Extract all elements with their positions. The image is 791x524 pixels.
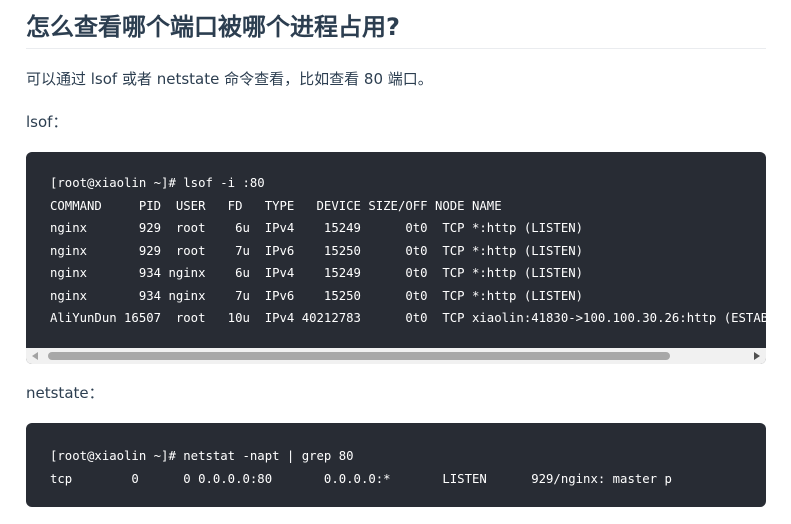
code-line: nginx 929 root 7u IPv6 15250 0t0 TCP *:h…: [50, 243, 584, 258]
code-line: COMMAND PID USER FD TYPE DEVICE SIZE/OFF…: [50, 198, 502, 213]
lsof-code-lines: [root@xiaolin ~]# lsof -i :80 COMMAND PI…: [50, 172, 766, 330]
code-line: nginx 934 nginx 7u IPv6 15250 0t0 TCP *:…: [50, 288, 584, 303]
lsof-code-block: [root@xiaolin ~]# lsof -i :80 COMMAND PI…: [26, 152, 766, 364]
netstat-code-block: [root@xiaolin ~]# netstat -napt | grep 8…: [26, 423, 766, 507]
code-line: AliYunDun 16507 root 10u IPv4 40212783 0…: [50, 311, 766, 325]
code-line: [root@xiaolin ~]# lsof -i :80: [50, 176, 265, 190]
code-line: nginx 929 root 6u IPv4 15249 0t0 TCP *:h…: [50, 221, 584, 235]
section-heading: 怎么查看哪个端口被哪个进程占用?: [26, 13, 400, 41]
netstate-label: netstate：: [26, 384, 104, 402]
netstat-code-lines: [root@xiaolin ~]# netstat -napt | grep 8…: [50, 445, 672, 490]
horizontal-scrollbar[interactable]: [26, 348, 766, 364]
heading-divider: [26, 48, 766, 49]
code-line: tcp 0 0 0.0.0.0:80 0.0.0.0:* LISTEN 929/…: [50, 471, 672, 486]
lsof-label: lsof：: [26, 113, 68, 131]
code-line: [root@xiaolin ~]# netstat -napt | grep 8…: [50, 449, 354, 463]
scroll-left-arrow-icon[interactable]: [32, 352, 38, 360]
scrollbar-thumb[interactable]: [48, 352, 670, 360]
code-line: nginx 934 nginx 6u IPv4 15249 0t0 TCP *:…: [50, 266, 584, 280]
scroll-right-arrow-icon[interactable]: [754, 352, 760, 360]
intro-paragraph: 可以通过 lsof 或者 netstate 命令查看，比如查看 80 端口。: [26, 70, 433, 88]
